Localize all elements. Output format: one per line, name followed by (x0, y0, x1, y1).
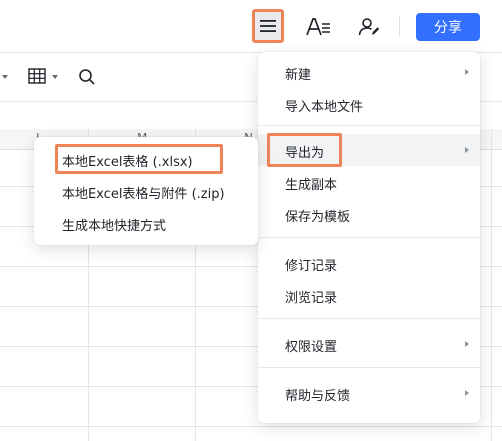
chevron-down-icon[interactable] (2, 75, 8, 79)
collaborator-settings-button[interactable] (354, 12, 384, 42)
menu-item-label: 导入本地文件 (285, 100, 364, 115)
share-button[interactable]: 分享 (416, 13, 480, 41)
menu-item-save-as-template[interactable]: 保存为模板 (258, 198, 480, 230)
menu-divider (258, 125, 480, 126)
export-as-highlight (267, 133, 342, 167)
chevron-right-icon (465, 390, 469, 396)
top-bar: 分享 (0, 0, 502, 53)
topbar-divider (399, 16, 400, 36)
menu-item-label: 浏览记录 (285, 291, 338, 306)
user-permission-icon (358, 18, 380, 36)
menu-divider (258, 367, 480, 368)
submenu-item-label: 本地Excel表格与附件 (.zip) (62, 187, 225, 202)
more-menu-button[interactable] (252, 9, 284, 43)
submenu-item-create-local-shortcut[interactable]: 生成本地快捷方式 (34, 207, 258, 239)
grid-line (0, 426, 502, 427)
chevron-right-icon (465, 341, 469, 347)
menu-item-label: 修订记录 (285, 259, 338, 274)
chevron-right-icon (465, 69, 469, 75)
chevron-right-icon (465, 147, 469, 153)
grid-line (491, 129, 492, 441)
table-grid-icon (28, 68, 46, 84)
font-settings-icon (306, 18, 330, 36)
xlsx-option-highlight (55, 144, 223, 174)
menu-item-new[interactable]: 新建 (258, 56, 480, 88)
menu-item-help-feedback[interactable]: 帮助与反馈 (258, 377, 480, 409)
menu-item-make-copy[interactable]: 生成副本 (258, 166, 480, 198)
menu-item-label: 新建 (285, 68, 312, 83)
table-grid-button[interactable] (28, 68, 46, 88)
more-options-menu: 新建 导入本地文件 导出为 生成副本 保存为模板 修订记录 浏览记录 权限设置 … (258, 52, 480, 423)
menu-item-label: 权限设置 (285, 340, 338, 355)
menu-divider (258, 237, 480, 238)
search-icon (79, 69, 95, 85)
menu-item-label: 帮助与反馈 (285, 389, 351, 404)
hamburger-menu-icon (260, 20, 276, 32)
menu-item-import-local-file[interactable]: 导入本地文件 (258, 88, 480, 120)
chevron-down-icon[interactable] (52, 75, 58, 79)
search-button[interactable] (78, 68, 96, 90)
menu-item-revision-history[interactable]: 修订记录 (258, 247, 480, 279)
font-settings-button[interactable] (303, 12, 333, 42)
menu-item-view-history[interactable]: 浏览记录 (258, 279, 480, 311)
submenu-item-export-zip[interactable]: 本地Excel表格与附件 (.zip) (34, 175, 258, 207)
submenu-item-label: 生成本地快捷方式 (62, 219, 167, 234)
menu-divider (258, 318, 480, 319)
menu-item-label: 生成副本 (285, 178, 338, 193)
menu-item-label: 保存为模板 (285, 210, 351, 225)
menu-item-permission-settings[interactable]: 权限设置 (258, 328, 480, 360)
